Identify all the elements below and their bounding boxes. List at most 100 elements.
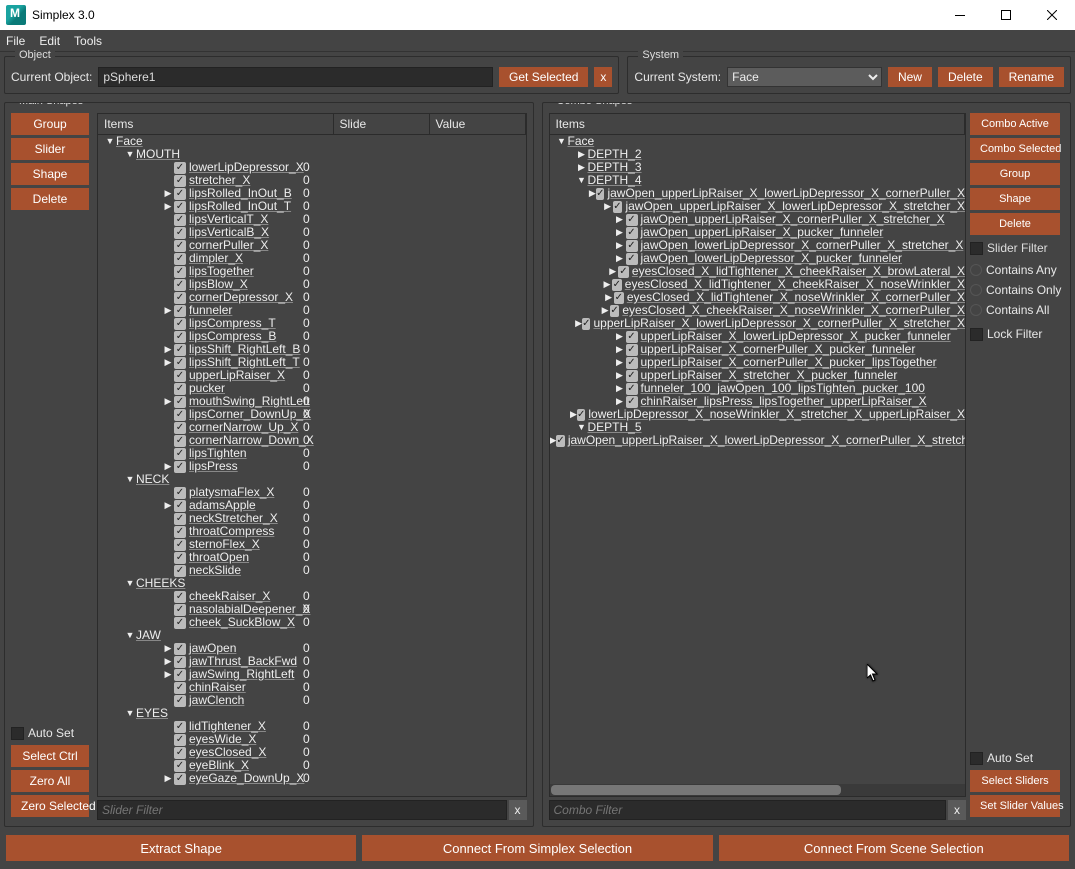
tree-item[interactable]: ✓dimpler_X0 bbox=[98, 252, 526, 265]
tree-item[interactable]: ✓eyeBlink_X0 bbox=[98, 759, 526, 772]
tree-item[interactable]: ✓sternoFlex_X0 bbox=[98, 538, 526, 551]
window-minimize-button[interactable] bbox=[937, 0, 983, 30]
tree-item[interactable]: ✓lipsBlow_X0 bbox=[98, 278, 526, 291]
tree-item[interactable]: ✓pucker0 bbox=[98, 382, 526, 395]
current-system-select[interactable]: Face bbox=[727, 67, 882, 87]
tree-item[interactable]: ▶✓lipsRolled_InOut_T0 bbox=[98, 200, 526, 213]
main-th-slide[interactable]: Slide bbox=[334, 114, 430, 134]
tree-item[interactable]: ▶✓lipsRolled_InOut_B0 bbox=[98, 187, 526, 200]
combo-shapes-side-buttons: Combo Active Combo Selected Group Shape … bbox=[970, 113, 1064, 820]
combo-delete-button[interactable]: Delete bbox=[970, 213, 1060, 235]
combo-filter-clear-button[interactable]: x bbox=[948, 800, 966, 820]
slider-filter-input[interactable] bbox=[97, 800, 507, 820]
tree-item[interactable]: ✓platysmaFlex_X0 bbox=[98, 486, 526, 499]
tree-item[interactable]: ▶✓jawOpen0 bbox=[98, 642, 526, 655]
tree-item[interactable]: ✓eyesClosed_X0 bbox=[98, 746, 526, 759]
window-close-button[interactable] bbox=[1029, 0, 1075, 30]
delete-shape-button[interactable]: Delete bbox=[11, 188, 89, 210]
contains-all-radio[interactable]: Contains All bbox=[970, 300, 1064, 320]
tree-item[interactable]: ✓cornerNarrow_Down_X0 bbox=[98, 434, 526, 447]
rename-system-button[interactable]: Rename bbox=[999, 67, 1064, 87]
tree-item[interactable]: ▶✓lipsShift_RightLeft_T0 bbox=[98, 356, 526, 369]
select-ctrl-button[interactable]: Select Ctrl bbox=[11, 745, 89, 767]
tree-item[interactable]: ▶✓funneler0 bbox=[98, 304, 526, 317]
tree-item[interactable]: ✓throatCompress0 bbox=[98, 525, 526, 538]
menu-file[interactable]: File bbox=[6, 34, 25, 48]
main-th-items[interactable]: Items bbox=[98, 114, 334, 134]
tree-item[interactable]: ▼CHEEKS bbox=[98, 577, 526, 590]
tree-item[interactable]: ▼EYES bbox=[98, 707, 526, 720]
tree-item[interactable]: ▼MOUTH bbox=[98, 148, 526, 161]
zero-all-button[interactable]: Zero All bbox=[11, 770, 89, 792]
tree-item[interactable]: ✓cornerDepressor_X0 bbox=[98, 291, 526, 304]
auto-set-checkbox[interactable]: Auto Set bbox=[11, 723, 93, 743]
select-sliders-button[interactable]: Select Sliders bbox=[970, 770, 1060, 792]
tree-item[interactable]: ▶✓jawThrust_BackFwd0 bbox=[98, 655, 526, 668]
tree-item[interactable]: ✓lipsCorner_DownUp_X0 bbox=[98, 408, 526, 421]
tree-item[interactable]: ▶✓jawSwing_RightLeft0 bbox=[98, 668, 526, 681]
connect-scene-button[interactable]: Connect From Scene Selection bbox=[719, 835, 1069, 861]
object-legend: Object bbox=[15, 49, 55, 61]
slider-filter-clear-button[interactable]: x bbox=[509, 800, 527, 820]
lock-filter-checkbox[interactable]: Lock Filter bbox=[970, 324, 1064, 344]
tree-item[interactable]: ✓neckStretcher_X0 bbox=[98, 512, 526, 525]
object-panel: Object Current Object: Get Selected x bbox=[4, 56, 619, 94]
tree-item[interactable]: ✓lowerLipDepressor_X0 bbox=[98, 161, 526, 174]
tree-item[interactable]: ✓eyesWide_X0 bbox=[98, 733, 526, 746]
app-logo-icon bbox=[6, 5, 26, 25]
combo-active-button[interactable]: Combo Active bbox=[970, 113, 1060, 135]
group-button[interactable]: Group bbox=[11, 113, 89, 135]
combo-shapes-tree[interactable]: Items ▼Face▶DEPTH_2▶DEPTH_3▼DEPTH_4▶✓jaw… bbox=[549, 113, 967, 797]
tree-item[interactable]: ▶✓eyeGaze_DownUp_X0 bbox=[98, 772, 526, 785]
combo-horizontal-scrollbar[interactable] bbox=[550, 784, 966, 796]
tree-item[interactable]: ▼JAW bbox=[98, 629, 526, 642]
contains-any-radio[interactable]: Contains Any bbox=[970, 260, 1064, 280]
tree-item[interactable]: ▶✓adamsApple0 bbox=[98, 499, 526, 512]
delete-system-button[interactable]: Delete bbox=[938, 67, 993, 87]
slider-button[interactable]: Slider bbox=[11, 138, 89, 160]
set-slider-values-button[interactable]: Set Slider Values bbox=[970, 795, 1060, 817]
main-shapes-tree[interactable]: Items Slide Value ▼Face▼MOUTH✓lowerLipDe… bbox=[97, 113, 527, 797]
tree-item[interactable]: ✓lipsTighten0 bbox=[98, 447, 526, 460]
combo-group-button[interactable]: Group bbox=[970, 163, 1060, 185]
menu-edit[interactable]: Edit bbox=[39, 34, 60, 48]
tree-item[interactable]: ✓lidTightener_X0 bbox=[98, 720, 526, 733]
combo-shapes-legend: Combo Shapes bbox=[553, 102, 637, 107]
tree-item[interactable]: ✓upperLipRaiser_X0 bbox=[98, 369, 526, 382]
window-maximize-button[interactable] bbox=[983, 0, 1029, 30]
combo-th-items[interactable]: Items bbox=[550, 114, 966, 134]
combo-selected-button[interactable]: Combo Selected bbox=[970, 138, 1060, 160]
tree-item[interactable]: ✓lipsVerticalT_X0 bbox=[98, 213, 526, 226]
tree-item[interactable]: ✓cornerPuller_X0 bbox=[98, 239, 526, 252]
tree-item[interactable]: ✓lipsVerticalB_X0 bbox=[98, 226, 526, 239]
combo-shape-button[interactable]: Shape bbox=[970, 188, 1060, 210]
tree-item[interactable]: ✓lipsCompress_B0 bbox=[98, 330, 526, 343]
menu-tools[interactable]: Tools bbox=[74, 34, 102, 48]
tree-item[interactable]: ✓chinRaiser0 bbox=[98, 681, 526, 694]
tree-item[interactable]: ✓cheekRaiser_X0 bbox=[98, 590, 526, 603]
zero-selected-button[interactable]: Zero Selected bbox=[11, 795, 89, 817]
extract-shape-button[interactable]: Extract Shape bbox=[6, 835, 356, 861]
shape-button[interactable]: Shape bbox=[11, 163, 89, 185]
get-selected-button[interactable]: Get Selected bbox=[499, 67, 588, 87]
tree-item[interactable]: ▶✓jawOpen_upperLipRaiser_X_lowerLipDepre… bbox=[550, 434, 966, 447]
tree-item[interactable]: ✓lipsCompress_T0 bbox=[98, 317, 526, 330]
tree-item[interactable]: ✓nasolabialDeepener_X0 bbox=[98, 603, 526, 616]
tree-item[interactable]: ▶✓lipsShift_RightLeft_B0 bbox=[98, 343, 526, 356]
slider-filter-checkbox[interactable]: Slider Filter bbox=[970, 238, 1064, 258]
clear-object-button[interactable]: x bbox=[594, 67, 612, 87]
tree-item[interactable]: ▶✓mouthSwing_RightLeft0 bbox=[98, 395, 526, 408]
tree-item[interactable]: ✓cheek_SuckBlow_X0 bbox=[98, 616, 526, 629]
main-th-value[interactable]: Value bbox=[430, 114, 526, 134]
tree-item[interactable]: ✓throatOpen0 bbox=[98, 551, 526, 564]
main-shapes-panel: Main Shapes Group Slider Shape Delete Au… bbox=[4, 102, 534, 827]
current-object-input[interactable] bbox=[98, 67, 493, 87]
tree-item[interactable]: ✓stretcher_X0 bbox=[98, 174, 526, 187]
new-system-button[interactable]: New bbox=[888, 67, 932, 87]
tree-item[interactable]: ✓lipsTogether0 bbox=[98, 265, 526, 278]
combo-filter-input[interactable] bbox=[549, 800, 947, 820]
combo-auto-set-checkbox[interactable]: Auto Set bbox=[970, 748, 1064, 768]
contains-only-radio[interactable]: Contains Only bbox=[970, 280, 1064, 300]
tree-item[interactable]: ▼NECK bbox=[98, 473, 526, 486]
connect-simplex-button[interactable]: Connect From Simplex Selection bbox=[362, 835, 712, 861]
